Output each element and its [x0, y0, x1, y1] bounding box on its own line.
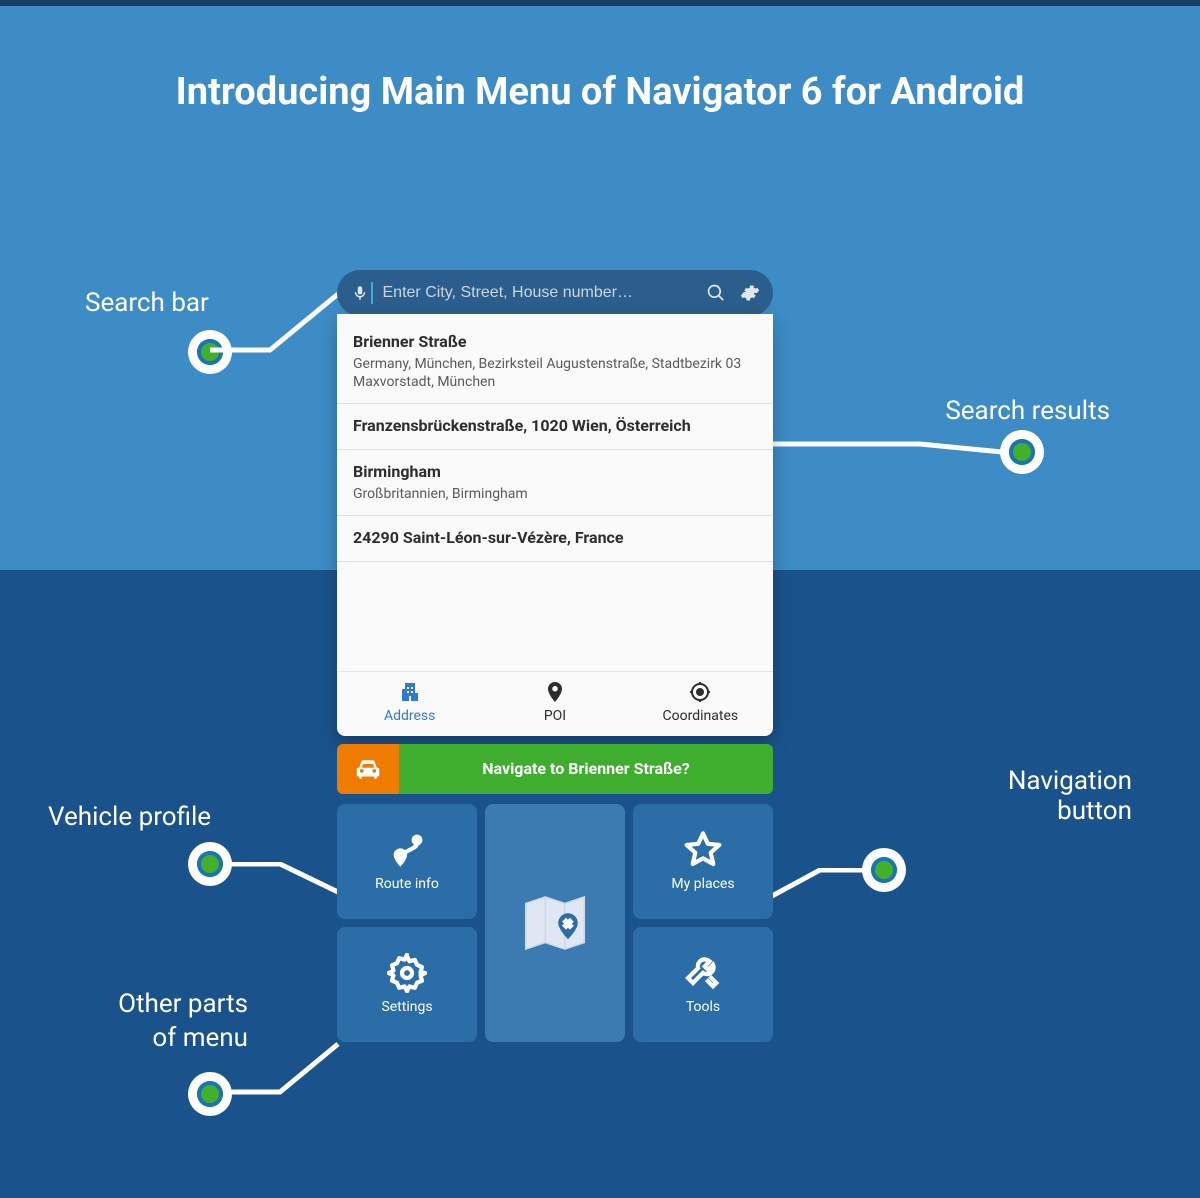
phone-ui: Brienner Straße Germany, München, Bezirk…: [337, 270, 773, 1042]
tab-address-label: Address: [384, 708, 435, 724]
callout-other-menu: Other parts of menu: [78, 988, 248, 1056]
result-item[interactable]: Franzensbrückenstraße, 1020 Wien, Österr…: [337, 404, 773, 450]
menu-my-places[interactable]: My places: [633, 804, 773, 919]
car-icon: [353, 754, 383, 784]
menu-settings[interactable]: Settings: [337, 927, 477, 1042]
result-title: Franzensbrückenstraße, 1020 Wien, Österr…: [353, 416, 757, 437]
map-icon: ×: [516, 884, 594, 962]
connector-search-bar: [208, 290, 348, 370]
text-cursor: [371, 282, 373, 304]
star-icon: [683, 830, 723, 870]
result-title: Birmingham: [353, 462, 757, 483]
tab-coordinates-label: Coordinates: [663, 708, 739, 724]
header-strip: [0, 0, 1200, 6]
svg-text:×: ×: [565, 917, 572, 932]
result-item[interactable]: 24290 Saint-Léon-sur-Vézère, France: [337, 516, 773, 562]
menu-tools-label: Tools: [686, 999, 720, 1015]
connector-navigation-button: [770, 868, 870, 898]
navigate-button[interactable]: Navigate to Brienner Straße?: [399, 744, 773, 794]
callout-search-results: Search results: [945, 396, 1110, 426]
result-subtitle: Germany, München, Bezirksteil Augustenst…: [353, 355, 757, 391]
connector-search-results: [770, 440, 1010, 470]
result-subtitle: Großbritannien, Birmingham: [353, 485, 757, 503]
callout-other-menu-line1: Other parts: [118, 989, 248, 1019]
menu-settings-label: Settings: [381, 999, 432, 1015]
tools-icon: [683, 953, 723, 993]
menu-tools[interactable]: Tools: [633, 927, 773, 1042]
navigate-bar: Navigate to Brienner Straße?: [337, 744, 773, 794]
callout-search-bar: Search bar: [85, 288, 209, 318]
result-item[interactable]: Birmingham Großbritannien, Birmingham: [337, 450, 773, 516]
search-results-card: Brienner Straße Germany, München, Bezirk…: [337, 314, 773, 736]
menu-map[interactable]: ×: [485, 804, 625, 1042]
callout-vehicle-profile: Vehicle profile: [48, 802, 211, 832]
result-item[interactable]: Brienner Straße Germany, München, Bezirk…: [337, 320, 773, 404]
navigate-button-label: Navigate to Brienner Straße?: [482, 759, 690, 778]
page-title: Introducing Main Menu of Navigator 6 for…: [0, 70, 1200, 114]
menu-route-info-label: Route info: [375, 876, 439, 892]
tab-address[interactable]: Address: [338, 680, 482, 724]
tab-poi[interactable]: POI: [483, 680, 627, 724]
result-title: 24290 Saint-Léon-sur-Vézère, France: [353, 528, 757, 549]
tab-poi-label: POI: [544, 708, 566, 724]
route-icon: [387, 830, 427, 870]
connector-vehicle-profile: [226, 862, 346, 902]
search-input[interactable]: [375, 284, 706, 302]
search-icon[interactable]: [705, 282, 727, 304]
callout-navigation-button: Navigation button: [952, 766, 1132, 826]
connector-other-menu: [226, 1040, 346, 1100]
tab-coordinates[interactable]: Coordinates: [628, 680, 772, 724]
gear-icon[interactable]: [739, 282, 761, 304]
mic-icon[interactable]: [349, 282, 371, 304]
menu-route-info[interactable]: Route info: [337, 804, 477, 919]
result-title: Brienner Straße: [353, 332, 757, 353]
search-tabs: Address POI Coordinates: [337, 672, 773, 736]
vehicle-profile-button[interactable]: [337, 744, 399, 794]
menu-grid: Route info × My places Settings Tools: [337, 804, 773, 1042]
gear-outline-icon: [387, 953, 427, 993]
menu-my-places-label: My places: [671, 876, 734, 892]
search-bar[interactable]: [337, 270, 773, 316]
result-empty-space: [337, 562, 773, 672]
